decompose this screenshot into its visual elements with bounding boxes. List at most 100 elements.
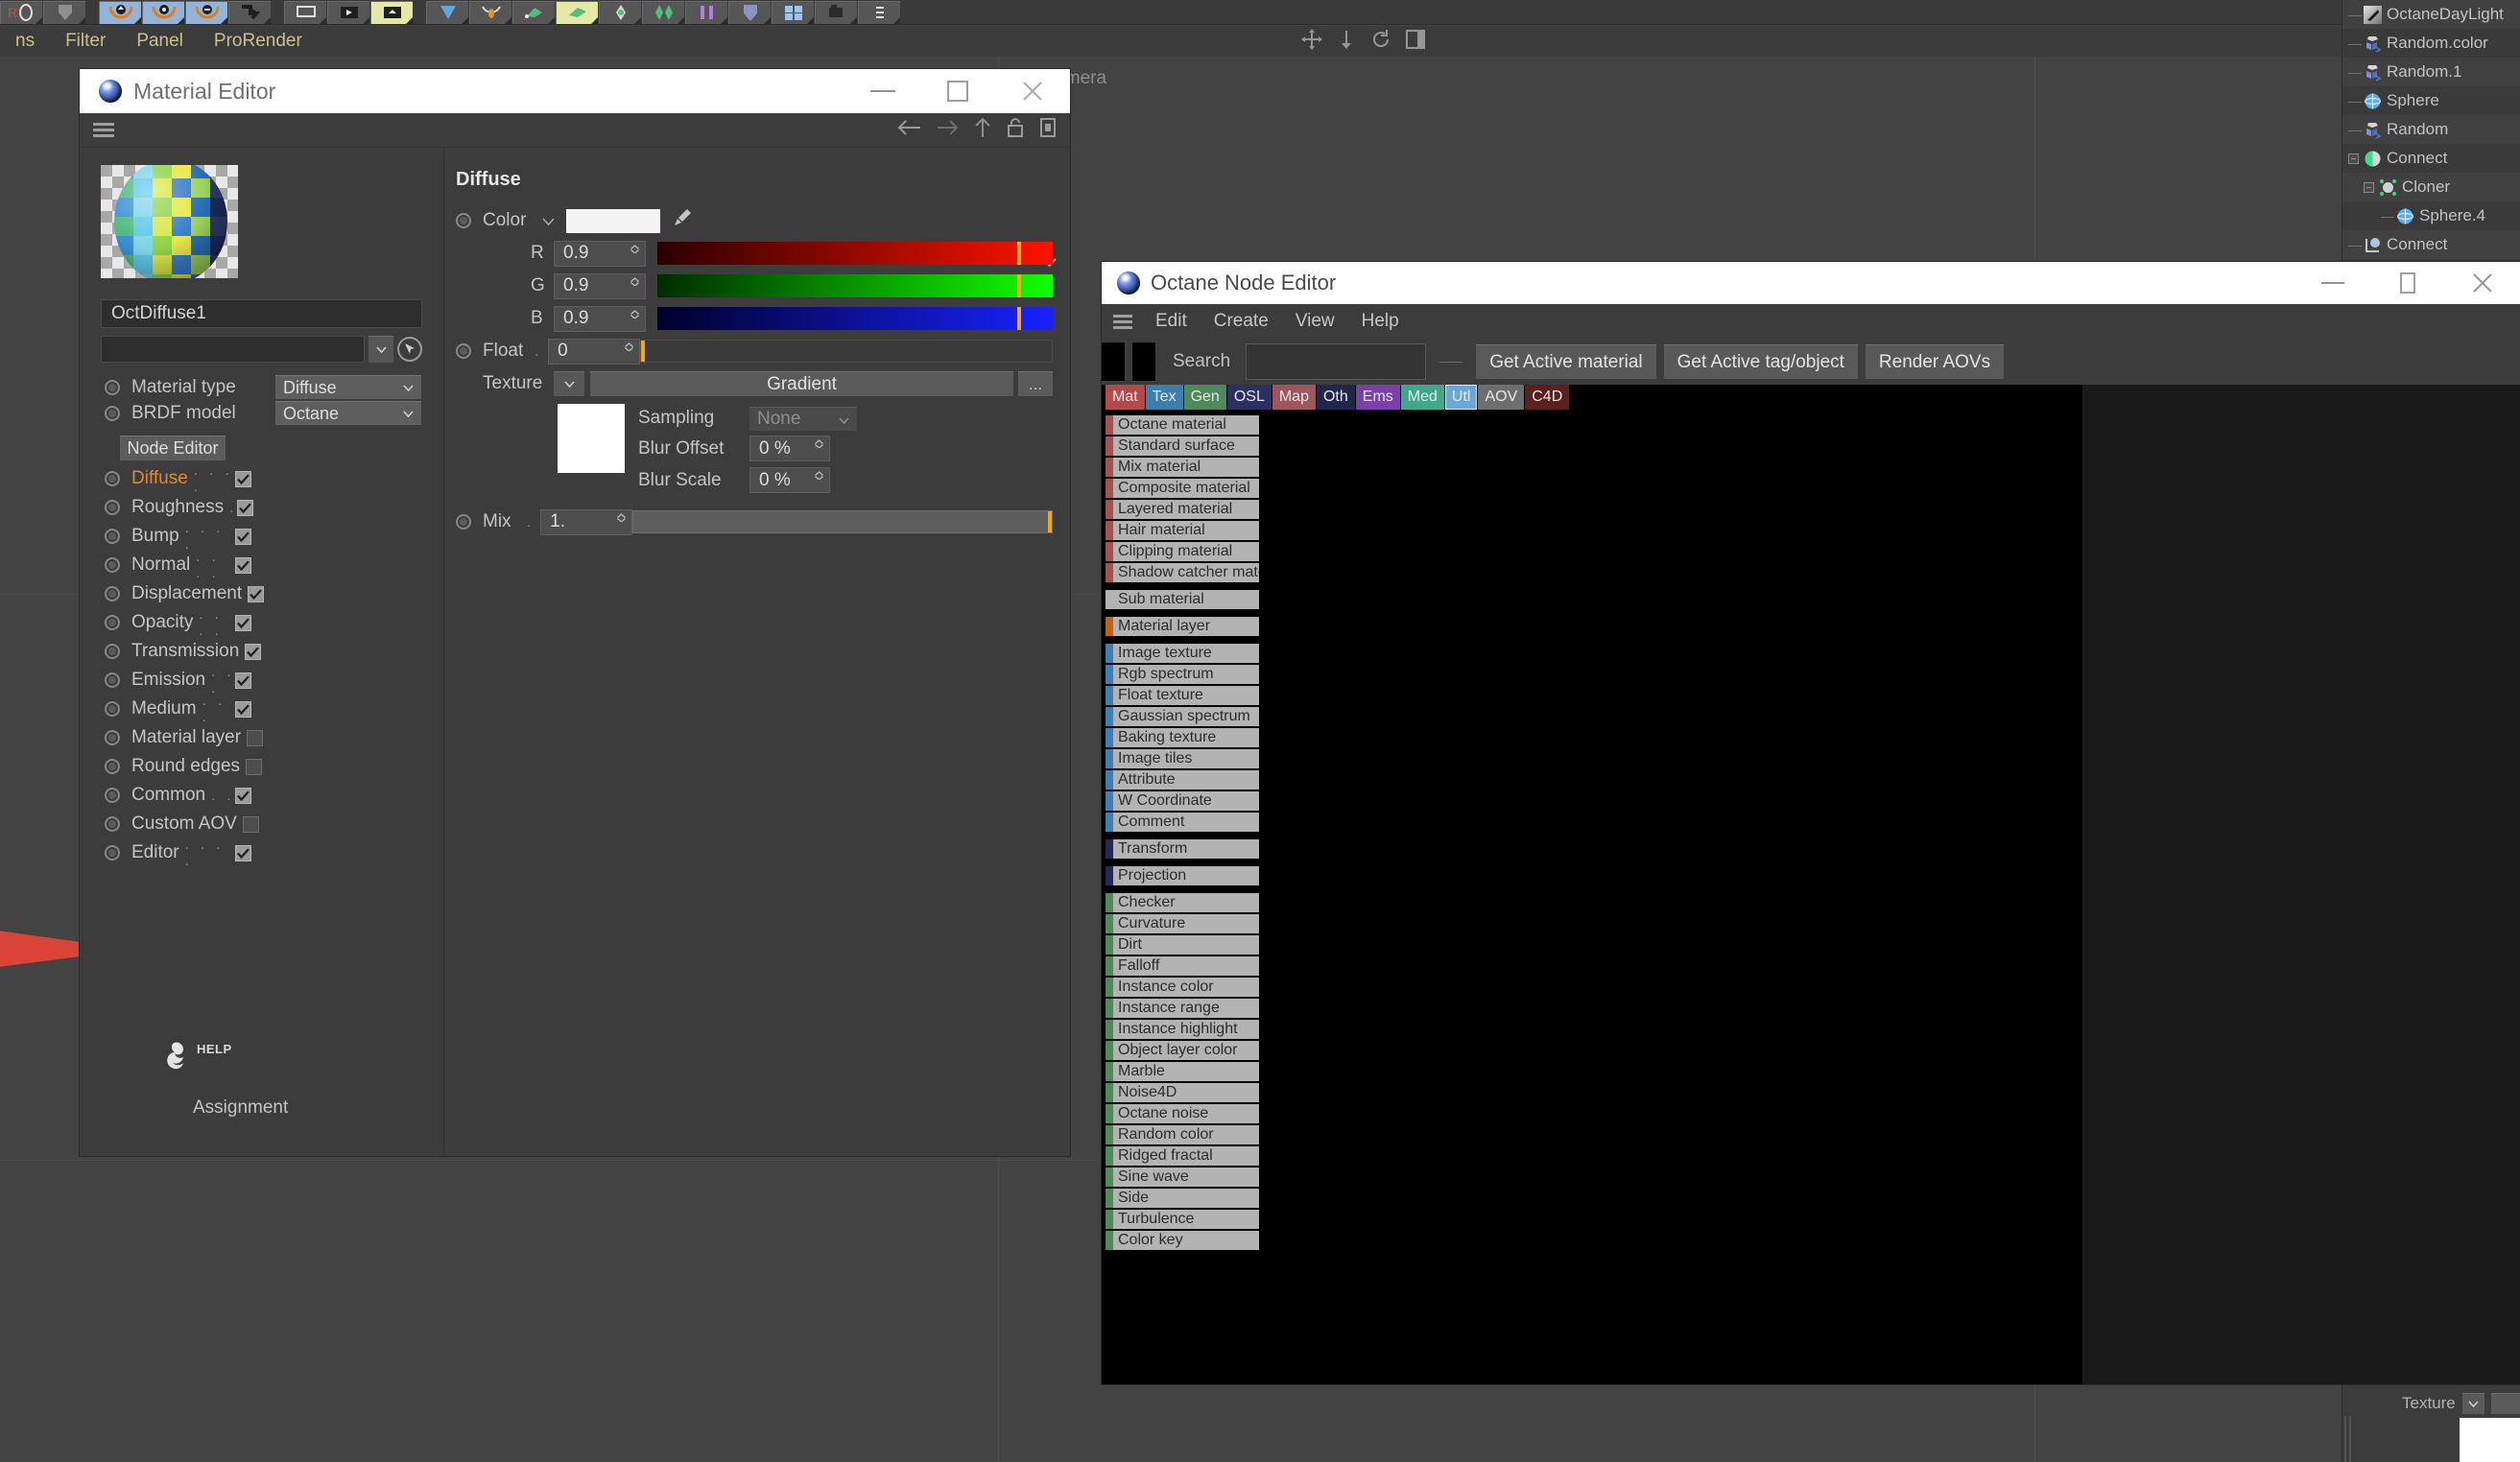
object-manager-row[interactable]: — Random.1 — [2342, 58, 2520, 86]
material-editor-titlebar[interactable]: Material Editor — [80, 69, 1070, 113]
attribute-checkbox[interactable] — [235, 672, 251, 689]
category-tab-tex[interactable]: Tex — [1145, 385, 1183, 410]
category-tab-mat[interactable]: Mat — [1105, 385, 1145, 410]
channel-value-input[interactable]: 0.9 — [554, 240, 646, 267]
diffuse-color-swatch[interactable] — [566, 208, 660, 233]
node-palette-item[interactable]: Projection — [1105, 866, 1259, 885]
up-arrow-icon[interactable] — [974, 117, 991, 144]
attribute-row-diffuse[interactable]: Diffuse. . . . — [80, 462, 443, 495]
node-palette-item[interactable]: Octane noise — [1105, 1104, 1259, 1123]
menu-item-prorender[interactable]: ProRender — [199, 31, 318, 52]
channel-gradient-slider[interactable] — [657, 274, 1053, 297]
node-editor-menu-view[interactable]: View — [1282, 311, 1348, 332]
attribute-row-transmission[interactable]: Transmission — [80, 637, 443, 666]
node-editor-button[interactable]: Node Editor — [120, 436, 226, 460]
toolbar-button-render-settings[interactable] — [370, 0, 413, 24]
node-palette-item[interactable]: Comment — [1105, 813, 1259, 832]
slider-handle[interactable] — [1016, 307, 1021, 330]
diffuse-color-radio[interactable] — [456, 213, 471, 228]
attribute-radio[interactable] — [105, 730, 120, 745]
node-palette-item[interactable]: Ridged fractal — [1105, 1146, 1259, 1166]
node-palette-item[interactable]: Standard surface — [1105, 436, 1259, 456]
texture-value-field[interactable] — [2491, 1393, 2520, 1414]
node-editor-titlebar[interactable]: Octane Node Editor — [1102, 262, 2520, 304]
diffuse-float-radio[interactable] — [456, 343, 471, 359]
attribute-radio[interactable] — [105, 500, 120, 515]
node-palette-item[interactable]: Noise4D — [1105, 1083, 1259, 1102]
node-palette-item[interactable]: Marble — [1105, 1062, 1259, 1081]
toolbar-button-axis-z[interactable] — [185, 0, 227, 24]
attribute-checkbox[interactable] — [235, 787, 251, 804]
attribute-checkbox[interactable] — [245, 643, 262, 660]
back-arrow-icon[interactable] — [897, 119, 922, 142]
render-aovs-button[interactable]: Render AOVs — [1865, 344, 2005, 379]
toolbar-button-spline[interactable] — [469, 0, 511, 24]
attribute-radio[interactable] — [105, 644, 120, 659]
attribute-row-roughness[interactable]: Roughness. — [80, 493, 443, 522]
spinner-icon[interactable] — [814, 471, 824, 480]
get-active-material-button[interactable]: Get Active material — [1476, 344, 1656, 379]
blur-scale-input[interactable]: 0 % — [749, 467, 830, 493]
material-link-input[interactable] — [101, 336, 365, 363]
close-button[interactable] — [995, 69, 1070, 113]
attribute-checkbox[interactable] — [246, 758, 263, 775]
node-palette-item[interactable]: Octane material — [1105, 415, 1259, 435]
node-palette-item[interactable]: Side — [1105, 1189, 1259, 1208]
node-palette-item[interactable]: Instance color — [1105, 978, 1259, 997]
blur-offset-input[interactable]: 0 % — [749, 436, 830, 461]
diffuse-texture-more-button[interactable]: ... — [1018, 371, 1053, 396]
attribute-row-opacity[interactable]: Opacity. . . . — [80, 606, 443, 639]
spinner-icon[interactable] — [624, 342, 634, 351]
texture-type-dropdown-icon[interactable] — [554, 371, 584, 396]
texture-preview-swatch[interactable] — [558, 404, 625, 473]
toolbar-button-cube-primitive[interactable] — [426, 0, 468, 24]
object-manager-row[interactable]: – Cloner — [2342, 173, 2520, 201]
minimize-button[interactable] — [845, 69, 920, 113]
attribute-checkbox[interactable] — [235, 614, 251, 631]
spinner-icon[interactable] — [630, 276, 640, 286]
menu-item-panel[interactable]: Panel — [121, 31, 199, 52]
attribute-row-emission[interactable]: Emission. . . — [80, 664, 443, 696]
expand-collapse-icon[interactable]: – — [2348, 153, 2359, 164]
pin-panel-icon[interactable] — [1039, 117, 1057, 144]
diffuse-mix-input[interactable]: 1. — [540, 508, 633, 535]
toolbar-button-list-view[interactable] — [858, 0, 900, 24]
search-input[interactable] — [1246, 343, 1427, 380]
toolbar-button-render-queue[interactable] — [327, 0, 369, 24]
attribute-checkbox[interactable] — [237, 499, 254, 516]
attribute-row-common[interactable]: Common . . — [80, 781, 443, 810]
toolbar-button-live-selection[interactable]: R — [0, 0, 42, 24]
attribute-radio[interactable] — [105, 529, 120, 544]
slider-handle[interactable] — [1016, 274, 1021, 297]
category-tab-oth[interactable]: Oth — [1316, 385, 1355, 410]
material-type-radio[interactable] — [105, 379, 120, 395]
attribute-row-displacement[interactable]: Displacement — [80, 579, 443, 608]
object-manager-row[interactable]: – Connect — [2342, 144, 2520, 173]
node-palette-item[interactable]: Curvature — [1105, 914, 1259, 933]
attribute-checkbox[interactable] — [235, 556, 251, 574]
attribute-checkbox[interactable] — [235, 470, 251, 487]
toolbar-button-cloner[interactable] — [642, 0, 684, 24]
attribute-radio[interactable] — [105, 672, 120, 688]
object-manager-row[interactable]: — Connect — [2342, 230, 2520, 259]
attribute-row-round-edges[interactable]: Round edges — [80, 752, 443, 781]
material-preview-thumbnail[interactable] — [101, 165, 238, 278]
layout-panels-icon[interactable] — [1405, 29, 1426, 50]
slider-handle[interactable] — [1016, 242, 1021, 265]
node-palette-item[interactable]: Image tiles — [1105, 749, 1259, 768]
attribute-radio[interactable] — [105, 557, 120, 573]
attribute-checkbox[interactable] — [235, 528, 251, 545]
node-palette-item[interactable]: Material layer — [1105, 617, 1259, 636]
category-tab-aov[interactable]: AOV — [1478, 385, 1525, 410]
node-palette-item[interactable]: Object layer color — [1105, 1041, 1259, 1060]
node-palette-item[interactable]: Rgb spectrum — [1105, 665, 1259, 684]
sampling-combo[interactable]: None — [749, 406, 857, 431]
hamburger-menu-icon[interactable] — [1113, 312, 1132, 332]
category-tab-osl[interactable]: OSL — [1226, 385, 1272, 410]
attribute-radio[interactable] — [105, 701, 120, 717]
category-tab-utl[interactable]: Utl — [1444, 385, 1478, 410]
node-palette-item[interactable]: Hair material — [1105, 521, 1259, 540]
node-palette-item[interactable]: W Coordinate — [1105, 791, 1259, 811]
node-palette-item[interactable]: Instance range — [1105, 999, 1259, 1018]
refresh-icon[interactable] — [1370, 29, 1391, 50]
